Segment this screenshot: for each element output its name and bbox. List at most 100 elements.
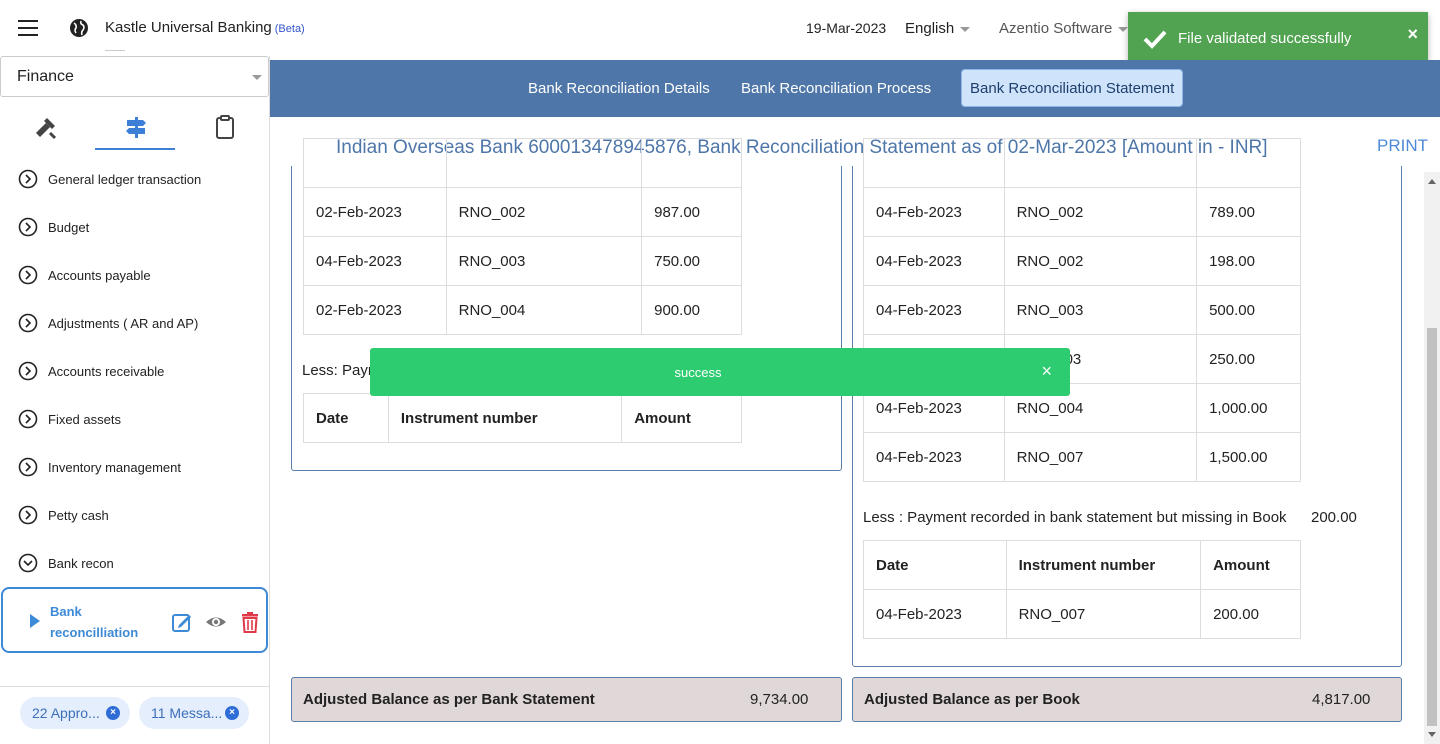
sidebar-item-label: Adjustments ( AR and AP): [48, 316, 199, 331]
tab-tools[interactable]: [5, 106, 85, 150]
success-banner: success ×: [370, 348, 1070, 396]
table-cell: 04-Feb-2023: [303, 236, 447, 286]
banner-message: success: [674, 365, 722, 380]
language-select[interactable]: English: [905, 20, 971, 37]
play-icon: [30, 614, 40, 628]
table-row: [863, 138, 1301, 188]
sidebar-item-label: Petty cash: [48, 508, 109, 523]
chevron-right-circle-icon: [18, 265, 38, 285]
table-cell: RNO_007: [1005, 589, 1202, 639]
table-cell: RNO_004: [445, 285, 643, 335]
subitem-label: Bank reconcilliation: [50, 604, 139, 640]
business-date: 19-Mar-2023: [806, 20, 887, 36]
table-cell: 987.00: [641, 187, 742, 237]
table-cell: 04-Feb-2023: [863, 589, 1007, 639]
sidebar-item-budget[interactable]: Budget: [0, 204, 269, 252]
table-cell: RNO_003: [1003, 285, 1198, 335]
toast-close-button[interactable]: ×: [1407, 24, 1418, 45]
sidebar-item-fixed-assets[interactable]: Fixed assets: [0, 396, 269, 444]
hamburger-menu-icon[interactable]: [18, 20, 38, 36]
table-cell: 500.00: [1196, 285, 1301, 335]
org-label: Azentio Software: [999, 20, 1113, 37]
sidebar-item-bank-recon[interactable]: Bank recon: [0, 540, 269, 588]
less-label: Less: Paym: [302, 362, 381, 379]
trash-icon[interactable]: [239, 611, 261, 633]
tab-reconciliation-process[interactable]: Bank Reconciliation Process: [741, 80, 931, 97]
chevron-down-icon: [1118, 26, 1129, 32]
book-panel: 04-Feb-2023 RNO_002 789.00 04-Feb-2023 RNO_…: [852, 138, 1402, 667]
sidebar-footer: 22 Appro... × 11 Messa... ×: [0, 686, 269, 744]
tab-reconciliation-statement[interactable]: Bank Reconciliation Statement: [961, 69, 1184, 107]
scroll-up-arrow-icon[interactable]: [1428, 179, 1436, 184]
sidebar-subitem-bank-reconcilliation[interactable]: Bank reconcilliation: [1, 587, 268, 653]
table-cell: RNO_002: [1003, 187, 1198, 237]
book-table: 04-Feb-2023 RNO_002 789.00 04-Feb-2023 RNO_…: [863, 138, 1301, 482]
sidebar-item-label: Inventory management: [48, 460, 181, 475]
bank-statement-panel: 02-Feb-2023 RNO_002 987.00 04-Feb-2023 RNO_…: [291, 138, 842, 471]
sidebar-item-label: Budget: [48, 220, 90, 235]
table-row: 04-Feb-2023 RNO_002 789.00: [863, 187, 1301, 237]
table-cell: RNO_003: [445, 236, 643, 286]
sidebar-item-general-ledger[interactable]: General ledger transaction: [0, 156, 269, 204]
sidebar-item-label: Fixed assets: [48, 412, 121, 427]
table-cell: 04-Feb-2023: [863, 187, 1005, 237]
print-button[interactable]: PRINT: [1377, 136, 1428, 156]
sidebar-item-petty-cash[interactable]: Petty cash: [0, 492, 269, 540]
chevron-right-circle-icon: [18, 169, 38, 189]
sidebar-item-accounts-payable[interactable]: Accounts payable: [0, 252, 269, 300]
missing-table: Date Instrument number Amount 04-Feb-202…: [863, 540, 1301, 639]
table-cell: 02-Feb-2023: [303, 187, 447, 237]
tab-navigation[interactable]: [95, 106, 175, 150]
toast-success: File validated successfully ×: [1128, 12, 1428, 65]
eye-icon[interactable]: [205, 611, 227, 633]
chevron-down-icon: [252, 75, 262, 80]
tab-clipboard[interactable]: [184, 106, 264, 150]
table-row: 04-Feb-2023 RNO_002 198.00: [863, 236, 1301, 286]
sidebar-item-adjustments[interactable]: Adjustments ( AR and AP): [0, 300, 269, 348]
column-header: Instrument number: [387, 393, 623, 443]
balance-value: 9,734.00: [750, 691, 809, 708]
sidebar-item-inventory[interactable]: Inventory management: [0, 444, 269, 492]
scroll-down-arrow-icon[interactable]: [1428, 732, 1436, 737]
table-row: 04-Feb-2023 RNO_003 750.00: [303, 236, 742, 286]
tools-icon: [35, 118, 57, 140]
close-icon[interactable]: ×: [225, 706, 239, 720]
table-row: 04-Feb-2023 RNO_007 1,500.00: [863, 432, 1301, 482]
column-header: Amount: [621, 393, 742, 443]
table-row: 04-Feb-2023 RNO_007 200.00: [863, 589, 1301, 639]
chevron-down-icon: [960, 26, 971, 32]
chevron-right-circle-icon: [18, 313, 38, 333]
table-cell: 200.00: [1200, 589, 1301, 639]
clipboard-icon: [216, 115, 234, 139]
scroll-thumb[interactable]: [1427, 328, 1437, 726]
table-cell: 1,000.00: [1196, 383, 1301, 433]
module-select[interactable]: Finance: [0, 56, 269, 97]
column-header: Date: [863, 540, 1007, 590]
book-balance-bar: Adjusted Balance as per Book 4,817.00: [852, 677, 1402, 722]
table-row: [303, 138, 742, 188]
table-row: 02-Feb-2023 RNO_004 900.00: [303, 285, 742, 335]
tab-reconciliation-details[interactable]: Bank Reconciliation Details: [528, 80, 710, 97]
bank-table: 02-Feb-2023 RNO_002 987.00 04-Feb-2023 RNO_…: [303, 138, 742, 335]
chevron-down-circle-icon: [18, 553, 38, 573]
table-header-row: Date Instrument number Amount: [303, 393, 742, 443]
table-cell: 04-Feb-2023: [863, 236, 1005, 286]
less-value: 200.00: [1311, 509, 1357, 526]
close-icon[interactable]: ×: [106, 706, 120, 720]
table-cell: 04-Feb-2023: [863, 432, 1005, 482]
vertical-scrollbar[interactable]: [1424, 172, 1440, 744]
column-header: Date: [303, 393, 389, 443]
table-row: 04-Feb-2023 RNO_003 500.00: [863, 285, 1301, 335]
sidebar-item-accounts-receivable[interactable]: Accounts receivable: [0, 348, 269, 396]
org-select[interactable]: Azentio Software: [999, 20, 1129, 37]
less-table: Date Instrument number Amount: [303, 393, 742, 443]
banner-close-button[interactable]: ×: [1041, 361, 1052, 382]
sidebar-menu: General ledger transaction Budget Accoun…: [0, 156, 269, 588]
globe-icon[interactable]: [69, 18, 89, 38]
module-value: Finance: [17, 68, 74, 85]
chevron-right-circle-icon: [18, 217, 38, 237]
messages-chip[interactable]: 11 Messa... ×: [139, 697, 249, 729]
edit-icon[interactable]: [171, 611, 193, 633]
approvals-chip[interactable]: 22 Appro... ×: [20, 697, 130, 729]
balance-label: Adjusted Balance as per Bank Statement: [303, 691, 595, 708]
